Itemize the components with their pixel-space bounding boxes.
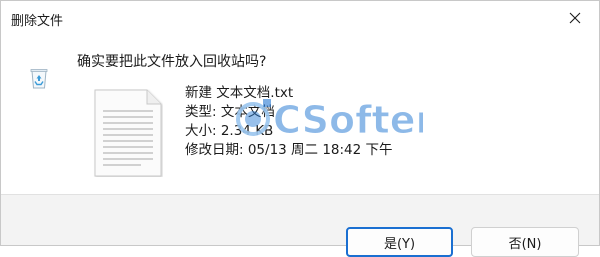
title-bar: 删除文件 xyxy=(1,1,599,37)
close-icon xyxy=(569,12,581,24)
confirm-question: 确实要把此文件放入回收站吗? xyxy=(77,54,267,70)
window-title: 删除文件 xyxy=(11,14,64,29)
csofter-logo-icon xyxy=(236,99,271,136)
yes-button[interactable]: 是(Y) xyxy=(346,227,453,257)
delete-file-dialog: 删除文件 确实要把此文件放入回收站吗? 新建 文本文档.txt 类型: 文本文档… xyxy=(0,0,600,257)
recycle-bin-icon xyxy=(30,69,48,89)
file-modified: 修改日期: 05/13 周二 18:42 下午 xyxy=(185,142,393,158)
text-document-icon xyxy=(94,89,162,177)
no-button[interactable]: 否(N) xyxy=(471,227,579,257)
csofter-watermark: CSofter xyxy=(236,98,423,143)
watermark-text: CSofter xyxy=(273,98,423,142)
close-button[interactable] xyxy=(555,3,595,33)
